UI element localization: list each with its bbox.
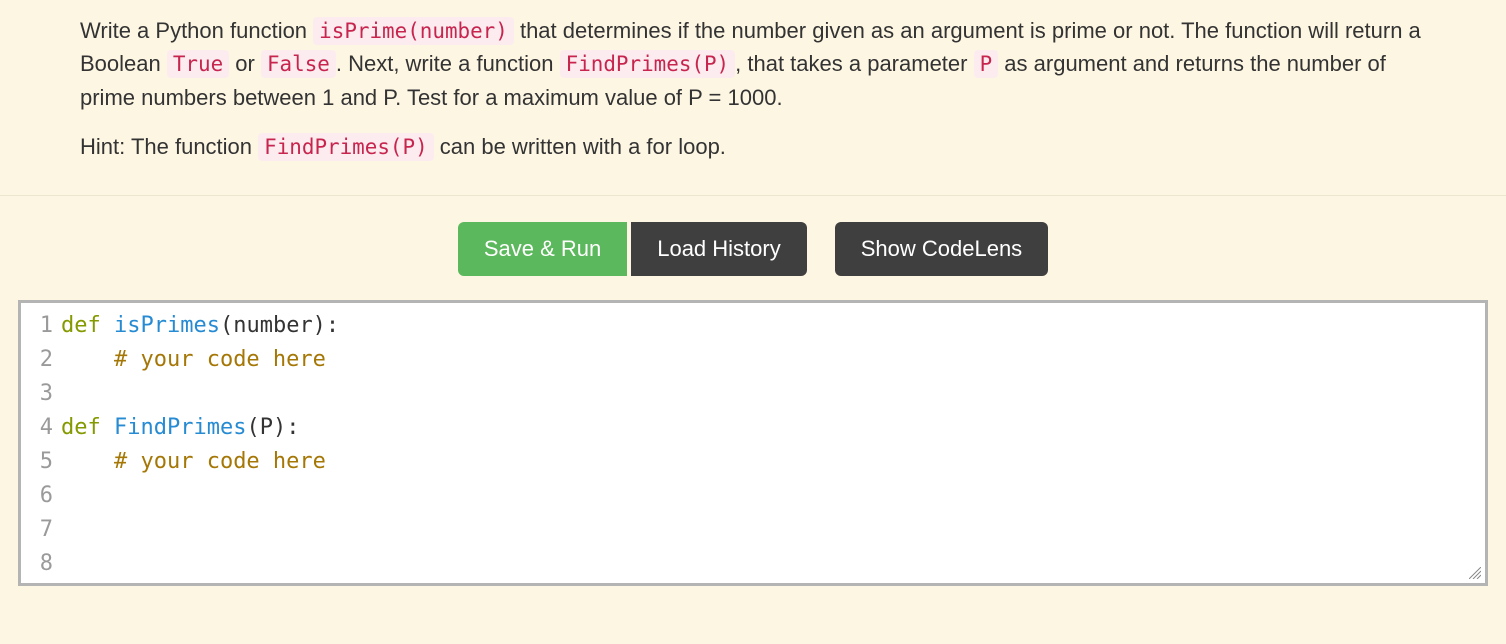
code-editor[interactable]: 1 2 3 4 5 6 7 8 def isPrimes(number): # …	[18, 300, 1488, 586]
text: . Next, write a function	[336, 51, 560, 76]
code-p: P	[974, 50, 999, 78]
code-true: True	[167, 50, 229, 78]
text: , that takes a parameter	[735, 51, 973, 76]
instruction-paragraph-1: Write a Python function isPrime(number) …	[80, 14, 1426, 114]
tok-comment: # your code here	[114, 449, 326, 474]
button-group-run: Save & Run Load History	[458, 222, 807, 276]
tok-function: FindPrimes	[101, 415, 247, 440]
code-area[interactable]: def isPrimes(number): # your code here d…	[59, 303, 1485, 583]
text: Hint: The function	[80, 134, 258, 159]
tok-function: isPrimes	[101, 313, 220, 338]
instructions-block: Write a Python function isPrime(number) …	[0, 0, 1506, 195]
resize-handle-icon[interactable]	[1469, 567, 1483, 581]
text: can be written with a for loop.	[434, 134, 726, 159]
tok-plain: (P):	[246, 415, 299, 440]
code-findprimes: FindPrimes(P)	[560, 50, 736, 78]
tok-keyword: def	[61, 415, 101, 440]
line-number: 6	[21, 479, 53, 513]
tok-plain: (number):	[220, 313, 339, 338]
save-run-button[interactable]: Save & Run	[458, 222, 627, 276]
code-false: False	[261, 50, 336, 78]
instruction-paragraph-2: Hint: The function FindPrimes(P) can be …	[80, 130, 1426, 163]
load-history-button[interactable]: Load History	[631, 222, 807, 276]
text: Write a Python function	[80, 18, 313, 43]
line-number: 5	[21, 445, 53, 479]
tok-comment: # your code here	[114, 347, 326, 372]
code-isprime: isPrime(number)	[313, 17, 514, 45]
line-number: 1	[21, 309, 53, 343]
toolbar: Save & Run Load History Show CodeLens	[0, 195, 1506, 300]
line-number: 7	[21, 513, 53, 547]
line-number: 4	[21, 411, 53, 445]
tok-keyword: def	[61, 313, 101, 338]
tok-indent	[61, 449, 114, 474]
line-number: 2	[21, 343, 53, 377]
line-number: 8	[21, 547, 53, 581]
tok-indent	[61, 347, 114, 372]
text: or	[229, 51, 261, 76]
line-number: 3	[21, 377, 53, 411]
code-findprimes-hint: FindPrimes(P)	[258, 133, 434, 161]
line-number-gutter: 1 2 3 4 5 6 7 8	[21, 303, 59, 583]
show-codelens-button[interactable]: Show CodeLens	[835, 222, 1048, 276]
page-root: Write a Python function isPrime(number) …	[0, 0, 1506, 586]
